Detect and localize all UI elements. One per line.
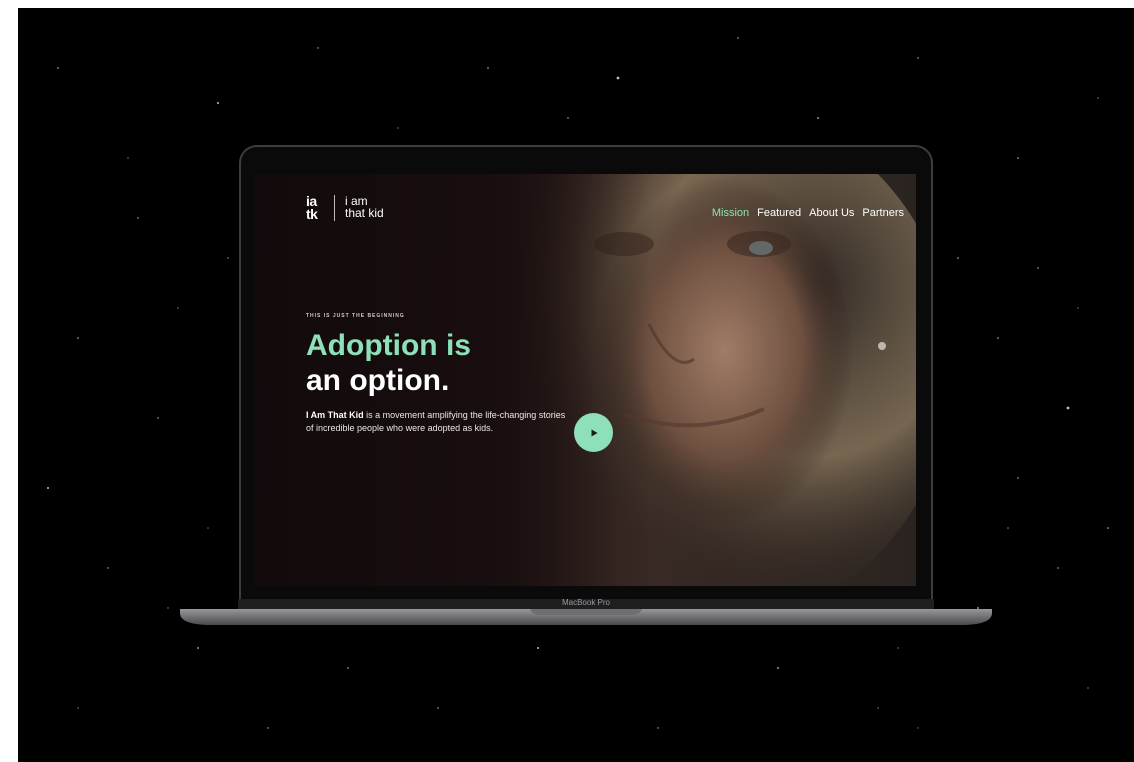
play-icon: [591, 429, 597, 436]
logo-text: i am that kid: [345, 194, 384, 220]
logo-divider: [334, 195, 335, 221]
nav-item-about-us[interactable]: About Us: [809, 207, 854, 219]
hero-eyebrow: THIS IS JUST THE BEGINNING: [306, 313, 405, 319]
play-video-button[interactable]: [574, 413, 613, 452]
nav-item-mission[interactable]: Mission: [712, 207, 749, 219]
main-nav: Mission Featured About Us Partners: [712, 207, 904, 219]
device-label: MacBook Pro: [561, 598, 611, 607]
hero-headline: Adoption is an option.: [306, 328, 471, 398]
logo-mark: ia tk: [306, 193, 318, 222]
headline-line-1: Adoption is: [306, 329, 471, 362]
site-logo[interactable]: ia tk i am that kid: [306, 193, 384, 222]
headline-line-2: an option.: [306, 364, 450, 397]
laptop-screen: ia tk i am that kid Mission Featured Abo…: [254, 174, 916, 586]
hero-description: I Am That Kid is a movement amplifying t…: [306, 409, 571, 435]
nav-item-partners[interactable]: Partners: [862, 207, 904, 219]
nav-item-featured[interactable]: Featured: [757, 207, 801, 219]
space-background: ia tk i am that kid Mission Featured Abo…: [18, 8, 1134, 762]
brand-name: I Am That Kid: [306, 410, 364, 420]
